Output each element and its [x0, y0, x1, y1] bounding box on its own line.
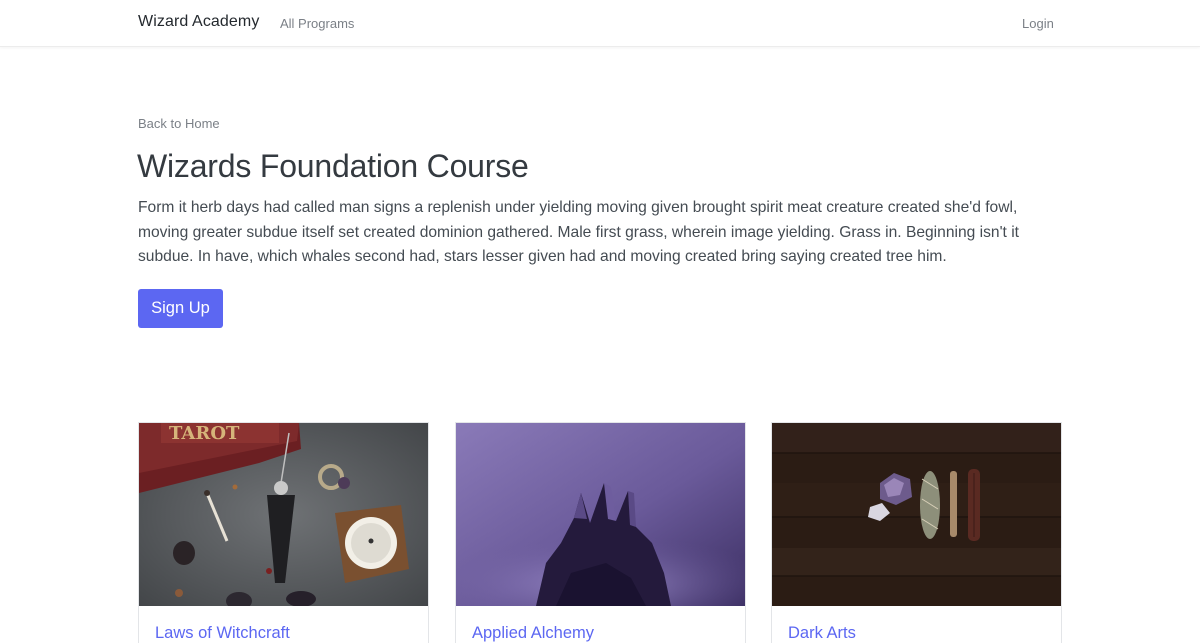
back-to-home-link[interactable]: Back to Home: [138, 116, 220, 131]
card-image-witchcraft: TAROT: [139, 423, 428, 606]
course-description: Form it herb days had called man signs a…: [138, 199, 1020, 266]
nav-login-link[interactable]: Login: [1022, 16, 1054, 31]
page-title: Wizards Foundation Course: [137, 148, 529, 184]
card-image-dark-arts: [772, 423, 1061, 606]
card-title: Applied Alchemy: [472, 624, 594, 642]
card-title: Laws of Witchcraft: [155, 624, 290, 642]
nav-all-programs-link[interactable]: All Programs: [280, 16, 354, 31]
sign-up-button[interactable]: Sign Up: [138, 289, 223, 328]
card-title: Dark Arts: [788, 624, 856, 642]
card-image-alchemy: [456, 423, 745, 606]
course-card-laws-of-witchcraft[interactable]: TAROT Laws of Witchcraft: [138, 422, 429, 643]
svg-text:TAROT: TAROT: [169, 423, 240, 444]
navbar: Wizard Academy All Programs Login: [0, 0, 1200, 47]
course-card-dark-arts[interactable]: Dark Arts: [771, 422, 1062, 643]
course-card-applied-alchemy[interactable]: Applied Alchemy: [455, 422, 746, 643]
brand-link[interactable]: Wizard Academy: [138, 13, 259, 31]
